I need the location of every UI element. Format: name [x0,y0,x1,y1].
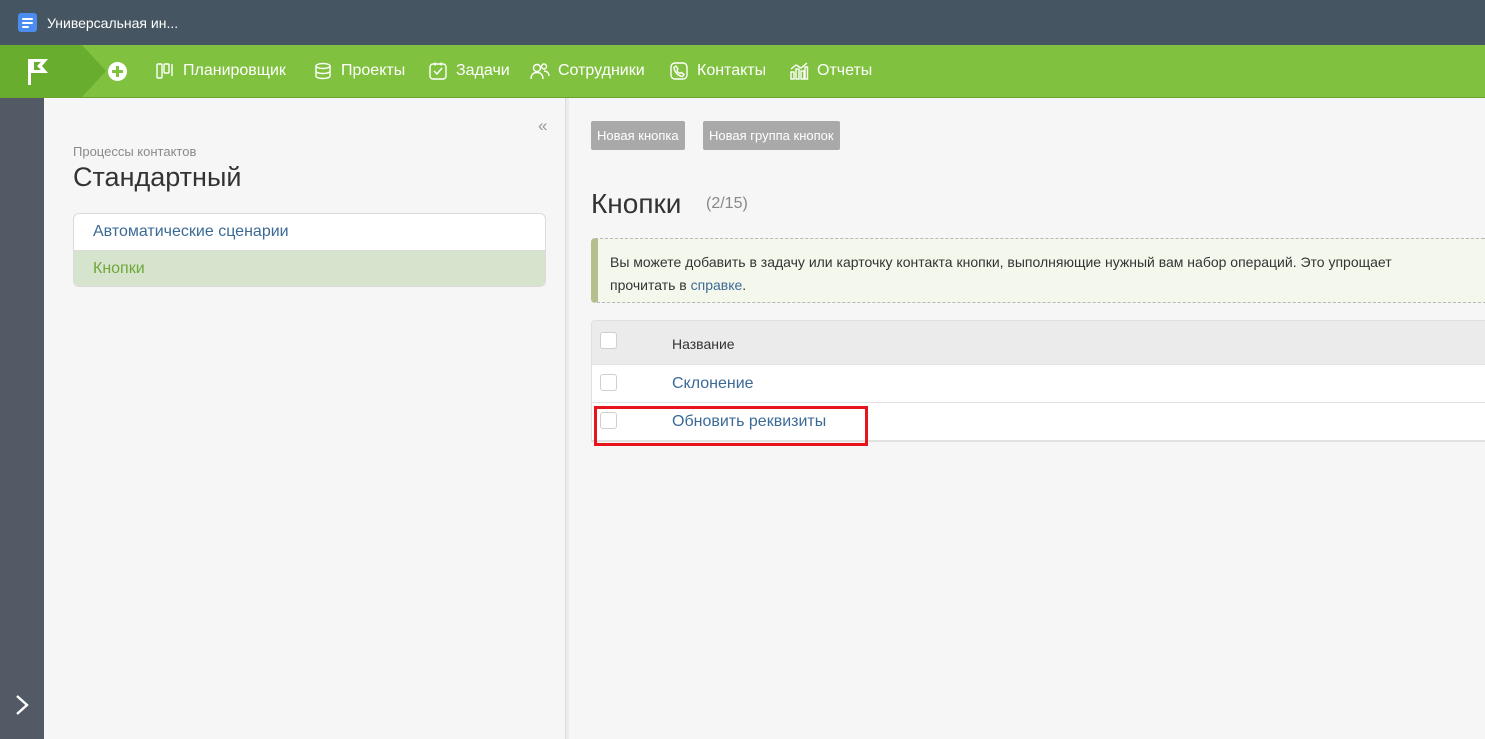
select-all-checkbox[interactable] [600,332,617,349]
top-navigation: Планировщик Проекты Задачи Сотрудники Ко… [0,45,1485,98]
nav-projects-label: Проекты [341,62,406,79]
logo[interactable] [0,45,82,97]
nav-planner[interactable]: Планировщик [155,45,286,97]
planner-icon [156,63,173,79]
window-titlebar: Универсальная ин... [0,0,1485,45]
collapse-icon[interactable]: « [538,116,547,136]
nav-projects[interactable]: Проекты [313,45,405,97]
sidebar-subtitle: Процессы контактов [73,144,197,159]
nav-reports[interactable]: Отчеты [789,45,872,97]
highlight-box [594,406,868,446]
row-checkbox[interactable] [600,374,617,391]
sidebar-item-buttons[interactable]: Кнопки [74,250,545,286]
new-button-button[interactable]: Новая кнопка [591,121,685,150]
flag-icon [28,59,48,85]
nav-contacts-label: Контакты [697,62,767,79]
column-header-name: Название [672,336,735,352]
nav-reports-label: Отчеты [817,62,873,79]
help-link[interactable]: справке [691,277,743,293]
contacts-icon [670,62,688,80]
window-title: Универсальная ин... [47,14,179,31]
nav-contacts[interactable]: Контакты [669,45,766,97]
nav-planner-label: Планировщик [183,62,286,79]
row-name-link[interactable]: Склонение [672,375,754,393]
info-text-line1: Вы можете добавить в задачу или карточку… [610,254,1392,270]
main-content: Новая кнопка Новая группа кнопок Кнопки … [569,98,1485,739]
document-icon [18,13,37,32]
sidebar-title: Стандартный [73,162,242,192]
employees-icon [530,63,550,80]
page-count: (2/15) [706,195,748,212]
page-title: Кнопки [591,188,682,219]
new-button-group-button[interactable]: Новая группа кнопок [703,121,840,150]
logo-arrow [82,45,106,97]
info-text-prefix: прочитать в [610,277,691,293]
nav-tasks[interactable]: Задачи [428,45,510,97]
chevron-right-icon[interactable] [13,694,31,716]
sidebar-item-auto-scenarios[interactable]: Автоматические сценарии [74,214,545,250]
info-text-suffix: . [742,277,747,293]
nav-employees-label: Сотрудники [558,62,645,79]
info-text-line2: прочитать в справке. [610,274,1485,297]
left-strip [0,98,44,739]
table-header: Название [592,321,1485,365]
sidebar-menu: Автоматические сценарии Кнопки [73,213,546,287]
projects-icon [315,62,331,80]
table-row: Склонение [592,365,1485,403]
reports-icon [790,62,809,80]
tasks-icon [429,62,447,80]
nav-employees[interactable]: Сотрудники [530,45,645,97]
info-box: Вы можете добавить в задачу или карточку… [591,238,1485,303]
sidebar: « Процессы контактов Стандартный Автомат… [44,98,566,739]
nav-tasks-label: Задачи [456,62,510,79]
add-icon[interactable] [108,62,127,81]
